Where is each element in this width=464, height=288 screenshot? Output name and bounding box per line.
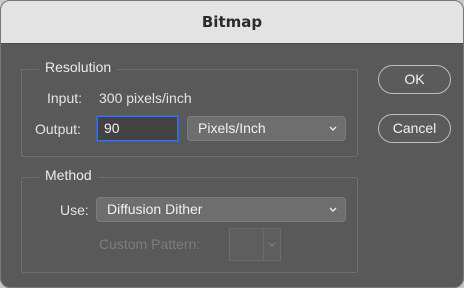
custom-pattern-dropdown: [264, 228, 281, 261]
bitmap-dialog: Bitmap Resolution Input: 300 pixels/inch…: [0, 0, 464, 288]
cancel-button[interactable]: Cancel: [378, 114, 451, 143]
input-resolution-value: 300 pixels/inch: [99, 90, 192, 106]
method-legend: Method: [39, 166, 98, 184]
ok-button[interactable]: OK: [378, 65, 451, 94]
method-value: Diffusion Dither: [107, 201, 203, 217]
dialog-title: Bitmap: [201, 13, 263, 31]
custom-pattern-label: Custom Pattern:: [99, 236, 201, 252]
chevron-down-icon: [329, 207, 337, 212]
method-select[interactable]: Diffusion Dither: [96, 197, 346, 222]
use-label: Use:: [60, 202, 89, 218]
output-resolution-field[interactable]: 90: [97, 116, 178, 141]
output-label: Output:: [35, 121, 81, 137]
resolution-units-select[interactable]: Pixels/Inch: [187, 116, 346, 141]
custom-pattern-swatch: [229, 228, 264, 261]
resolution-group: [21, 69, 358, 157]
input-label: Input:: [47, 90, 83, 106]
resolution-legend: Resolution: [39, 58, 118, 76]
resolution-units-value: Pixels/Inch: [198, 120, 266, 136]
chevron-down-icon: [329, 126, 337, 131]
method-group: [21, 177, 358, 273]
chevron-down-icon: [268, 242, 276, 247]
dialog-titlebar[interactable]: Bitmap: [1, 1, 463, 44]
